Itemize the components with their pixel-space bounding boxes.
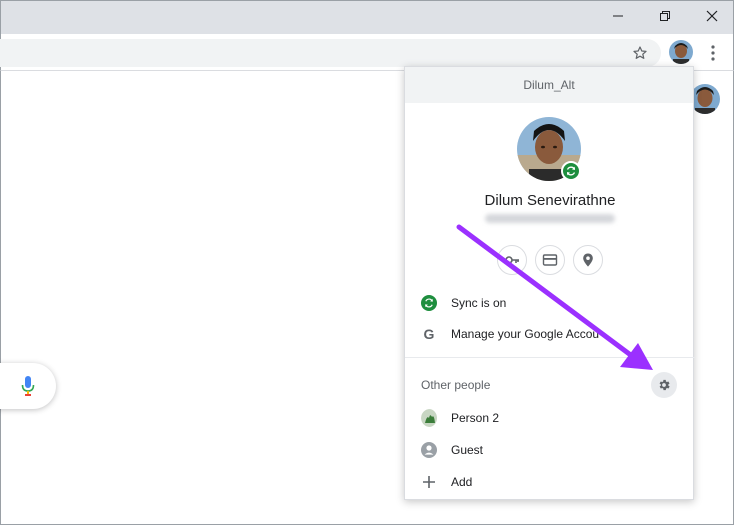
add-label: Add [451,475,473,489]
bookmark-star-button[interactable] [629,42,651,64]
star-icon [633,46,647,59]
payment-methods-button[interactable] [535,245,565,275]
manage-google-account-item[interactable]: G Manage your Google Accou [405,318,695,350]
profile-name: Dilum Senevirathne [484,192,616,209]
menu-header: Dilum_Alt [405,67,693,103]
microphone-icon [21,376,35,396]
guest-item[interactable]: Guest [405,434,695,466]
page-profile-avatar[interactable] [690,84,720,114]
voice-search-button[interactable] [21,375,35,402]
passwords-button[interactable] [497,245,527,275]
more-vert-icon [711,45,715,61]
close-button[interactable] [689,1,734,31]
profile-menu: Dilum_Alt Dilum Senevirathne Sync is on … [404,66,695,500]
google-g-icon: G [423,326,435,342]
search-box[interactable] [0,363,56,409]
menu-divider [405,357,695,358]
other-people-heading: Other people [421,378,491,392]
gear-icon [659,379,670,391]
sync-label: Sync is on [451,296,507,310]
key-icon [505,256,519,264]
person-item[interactable]: Person 2 [405,402,695,434]
minimize-icon [613,15,623,17]
guest-label: Guest [451,443,484,457]
guest-icon [421,442,437,458]
close-icon [706,10,718,22]
sync-status-item[interactable]: Sync is on [405,287,695,319]
avatar [690,84,720,114]
location-pin-icon [583,253,593,267]
add-person-item[interactable]: Add [405,466,695,498]
plus-icon [421,474,437,490]
sync-on-icon [421,295,437,311]
profile-header-title: Dilum_Alt [523,78,575,92]
person-name: Person 2 [451,411,500,425]
profile-email-redacted [485,214,615,223]
person2-avatar-icon [421,409,437,427]
credit-card-icon [542,254,558,266]
manage-account-label: Manage your Google Accou [451,327,600,341]
address-bar[interactable] [0,39,661,67]
addresses-button[interactable] [573,245,603,275]
sync-status-badge [561,161,581,181]
sync-icon [566,166,576,176]
restore-icon [660,11,670,21]
manage-people-settings-button[interactable] [651,372,677,398]
profile-avatar-button[interactable] [669,40,693,64]
chrome-menu-button[interactable] [703,42,723,64]
minimize-button[interactable] [595,1,641,31]
title-bar [0,0,734,34]
restore-button[interactable] [642,1,688,31]
avatar [669,40,693,64]
